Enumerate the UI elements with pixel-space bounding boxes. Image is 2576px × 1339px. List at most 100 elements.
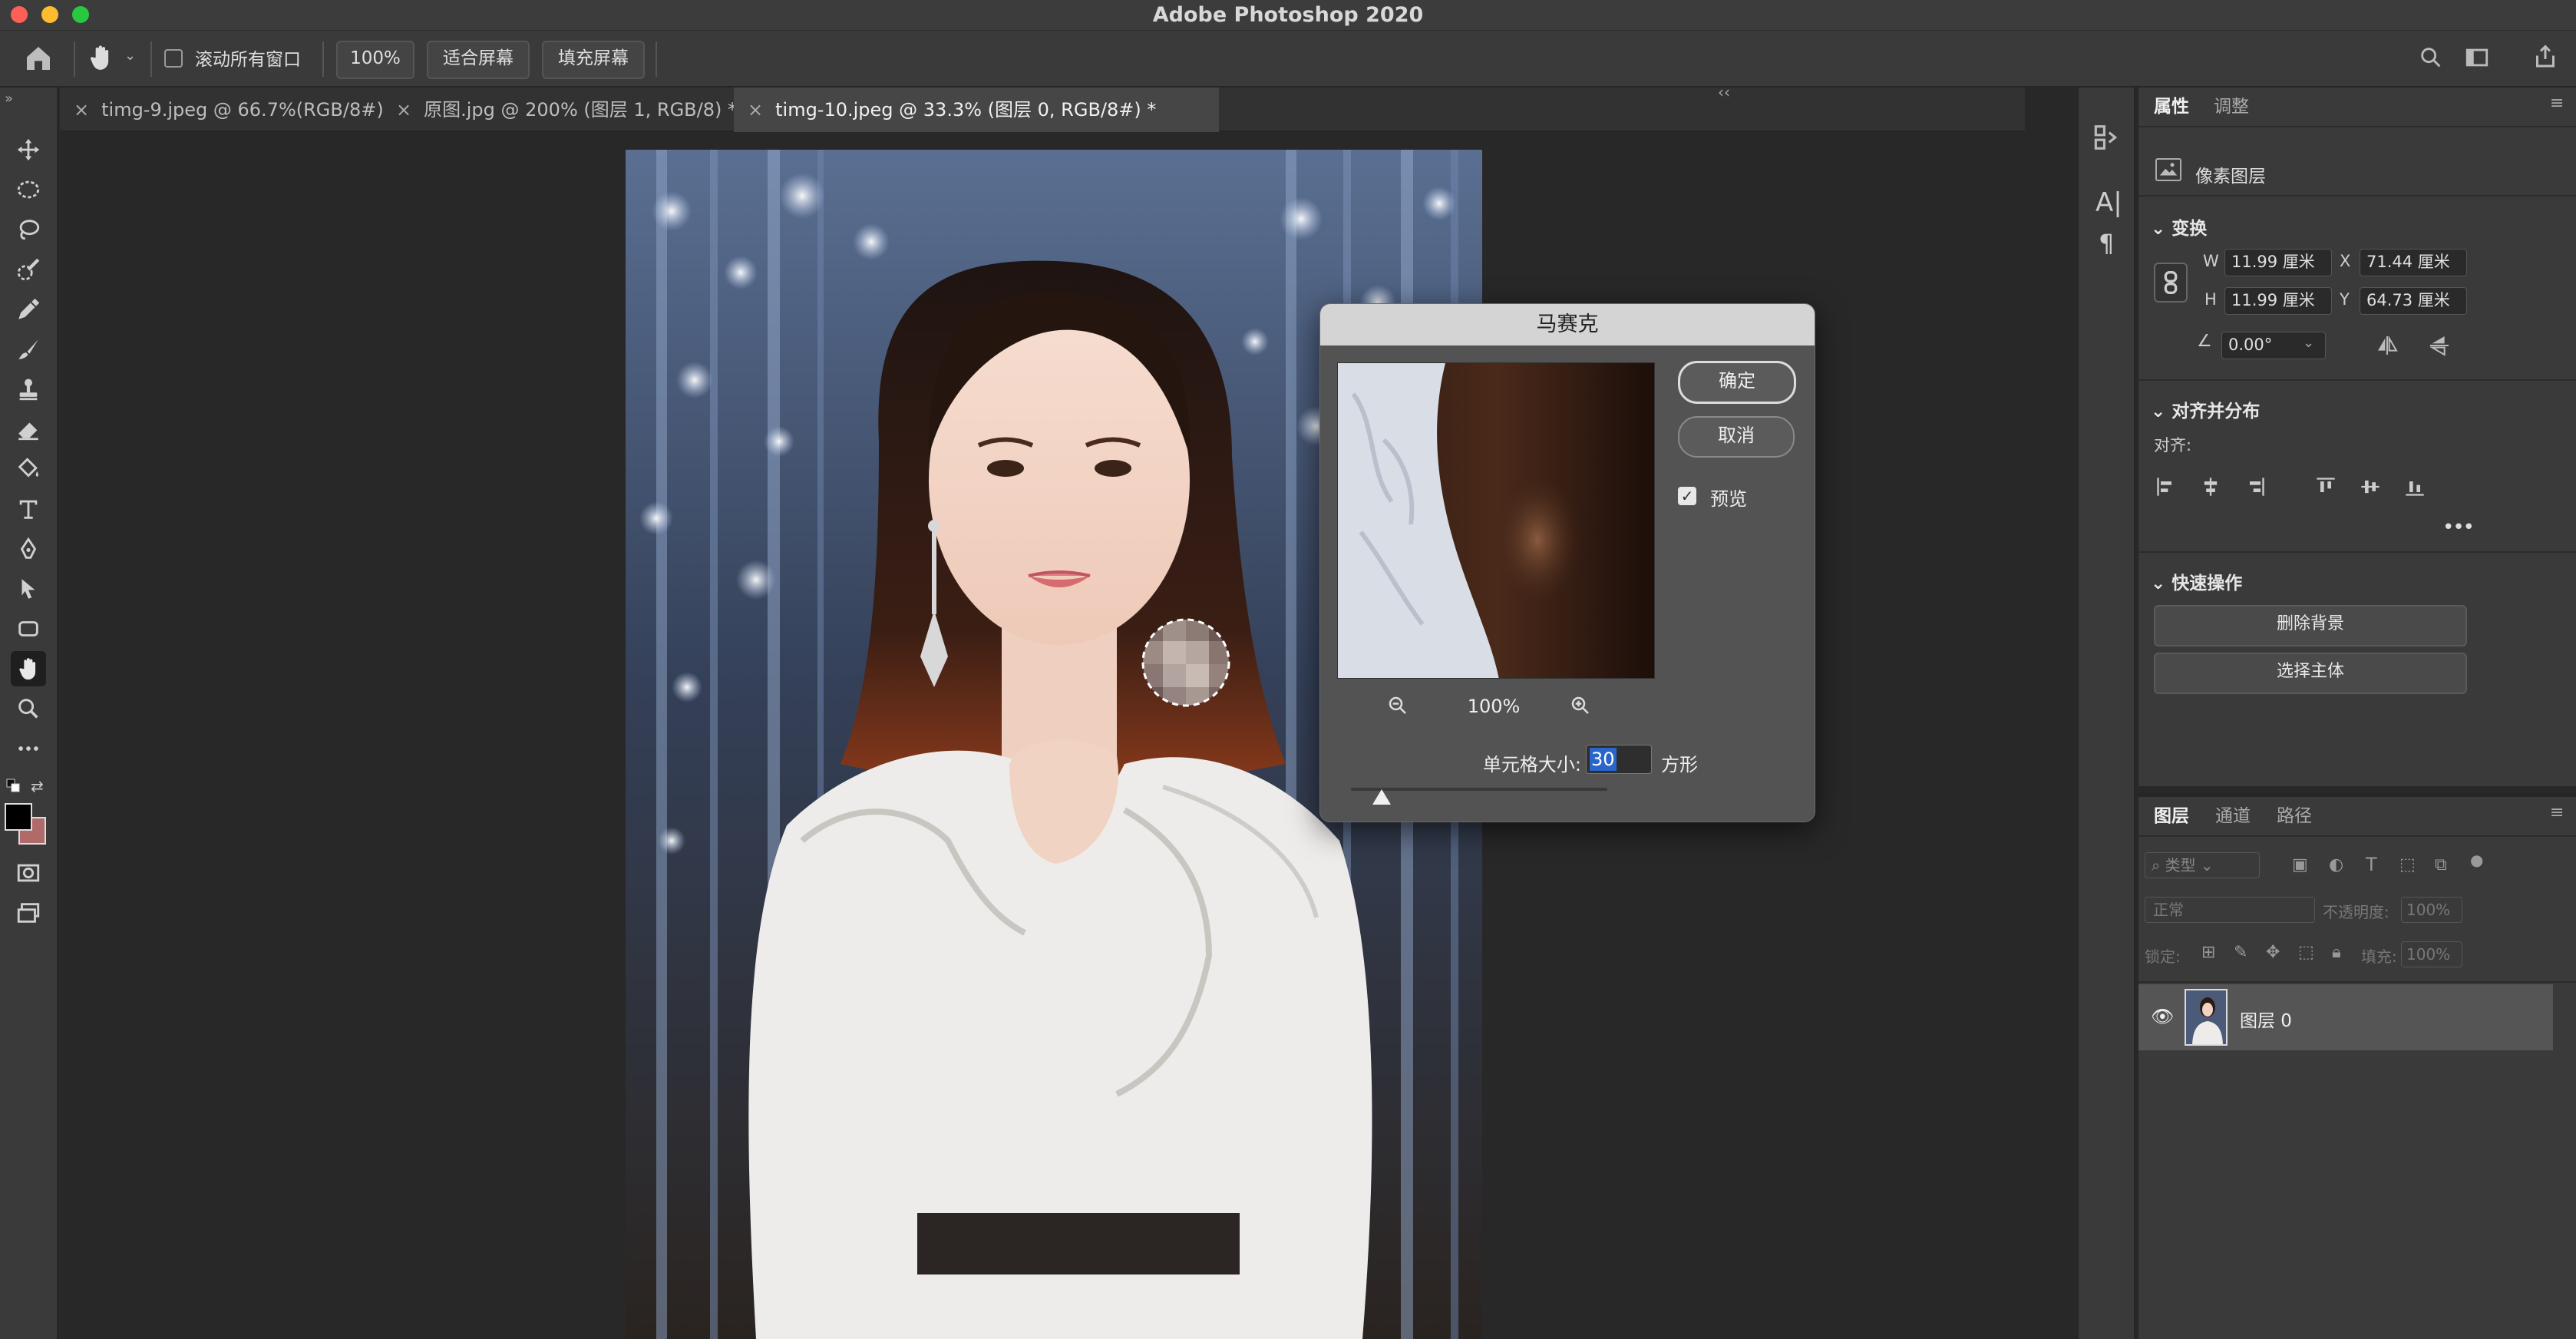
section-align[interactable]: ⌄ 对齐并分布 (2151, 396, 2260, 422)
tab-adjustments[interactable]: 调整 (2214, 88, 2249, 126)
filter-toggle-icon[interactable]: ● (2470, 851, 2483, 869)
lock-label: 锁定: (2145, 947, 2181, 966)
workspace-icon[interactable] (2464, 45, 2495, 72)
flip-vertical-icon[interactable] (2427, 333, 2455, 358)
filter-preview[interactable] (1337, 362, 1655, 679)
cell-size-input[interactable]: 30 (1586, 745, 1652, 774)
lock-image-icon[interactable]: ✎ (2234, 943, 2247, 962)
width-field[interactable]: 11.99 厘米 (2224, 249, 2332, 276)
default-colors-icon[interactable] (6, 779, 21, 794)
scroll-all-checkbox[interactable] (164, 49, 183, 68)
chevron-down-icon[interactable]: ⌄ (2303, 335, 2314, 351)
align-left-icon[interactable] (2155, 476, 2177, 498)
link-icon[interactable] (2154, 263, 2188, 303)
swap-colors-icon[interactable]: ⇄ (31, 777, 44, 795)
more-tools-icon[interactable] (11, 731, 46, 766)
brush-tool-icon[interactable] (11, 332, 46, 367)
panel-icon-column: A| ¶ (2077, 88, 2135, 1339)
cell-size-slider-thumb[interactable] (1372, 789, 1392, 805)
path-selection-tool-icon[interactable] (11, 571, 46, 607)
section-transform[interactable]: ⌄ 变换 (2151, 213, 2207, 240)
fit-screen-button[interactable]: 适合屏幕 (427, 41, 530, 79)
filter-smart-object-icon[interactable]: ⧉ (2435, 855, 2447, 874)
lock-all-icon[interactable]: 🔒︎ (2332, 943, 2341, 962)
layer-filter-select[interactable]: ⌕ 类型 ⌄ (2145, 852, 2260, 878)
zoom-in-icon[interactable] (1569, 694, 1595, 720)
hand-tool-preset-icon[interactable]: ⌄ (86, 43, 140, 74)
tab-timg-9[interactable]: × timg-9.jpeg @ 66.7%(RGB/8#) (60, 88, 384, 132)
type-tool-icon[interactable] (11, 491, 46, 527)
search-icon[interactable] (2418, 45, 2446, 72)
x-field[interactable]: 71.44 厘米 (2360, 249, 2467, 276)
screen-mode-icon[interactable] (11, 895, 46, 931)
tab-layers[interactable]: 图层 (2154, 797, 2189, 835)
hand-tool-icon[interactable] (11, 651, 46, 686)
align-bottom-icon[interactable] (2404, 476, 2426, 498)
more-options-icon[interactable]: ••• (2442, 516, 2475, 539)
fill-field[interactable]: 100% (2401, 941, 2462, 967)
section-quick-actions[interactable]: ⌄ 快速操作 (2151, 568, 2242, 594)
align-top-icon[interactable] (2315, 476, 2337, 498)
move-tool-icon[interactable] (11, 132, 46, 167)
tab-channels[interactable]: 通道 (2215, 797, 2251, 835)
lock-artboard-icon[interactable]: ⬚ (2298, 943, 2314, 962)
tab-properties[interactable]: 属性 (2154, 88, 2189, 126)
layer-row[interactable]: 👁︎ 图层 0 (2138, 984, 2553, 1050)
eye-icon[interactable]: 👁︎ (2151, 1006, 2174, 1027)
tab-paths[interactable]: 路径 (2277, 797, 2312, 835)
remove-background-button[interactable]: 删除背景 (2154, 605, 2467, 646)
filter-shape-icon[interactable]: ⬚ (2399, 855, 2416, 874)
lock-position-icon[interactable]: ✥ (2266, 943, 2280, 962)
close-tab-icon[interactable]: × (748, 99, 763, 121)
quick-selection-tool-icon[interactable] (11, 252, 46, 287)
share-icon[interactable] (2531, 43, 2562, 74)
flip-horizontal-icon[interactable] (2375, 333, 2403, 358)
foreground-color-swatch[interactable] (5, 803, 32, 831)
zoom-tool-icon[interactable] (11, 691, 46, 726)
dialog-title: 马赛克 (1320, 304, 1815, 345)
history-panel-icon[interactable] (2091, 123, 2122, 154)
tools-panel: » ⇄ (0, 88, 58, 1339)
height-field[interactable]: 11.99 厘米 (2224, 287, 2332, 315)
eraser-tool-icon[interactable] (11, 412, 46, 447)
tab-timg-10[interactable]: × timg-10.jpeg @ 33.3% (图层 0, RGB/8#) * (734, 88, 1219, 132)
panel-menu-icon[interactable]: ≡ (2550, 803, 2564, 822)
align-horizontal-center-icon[interactable] (2200, 476, 2221, 498)
fill-screen-button[interactable]: 填充屏幕 (542, 41, 645, 79)
close-tab-icon[interactable]: × (396, 99, 411, 121)
lasso-tool-icon[interactable] (11, 212, 46, 247)
section-quick-actions-label: 快速操作 (2171, 574, 2243, 593)
filter-type-icon[interactable]: T (2366, 854, 2377, 875)
zoom-100-button[interactable]: 100% (336, 41, 414, 79)
panel-menu-icon[interactable]: ≡ (2550, 94, 2564, 113)
blend-mode-select[interactable]: 正常 (2145, 897, 2315, 923)
marquee-tool-icon[interactable] (11, 172, 46, 207)
quick-mask-icon[interactable] (11, 855, 46, 891)
filter-pixel-icon[interactable]: ▣ (2292, 855, 2308, 874)
layers-panel: 图层 通道 路径 ≡ ⌕ 类型 ⌄ ▣ ◐ T ⬚ ⧉ ● 正常 不透明度: 1… (2138, 792, 2576, 1339)
opacity-field[interactable]: 100% (2401, 897, 2462, 923)
cancel-button[interactable]: 取消 (1678, 416, 1795, 458)
clone-stamp-tool-icon[interactable] (11, 372, 46, 407)
home-icon[interactable] (23, 43, 57, 74)
character-panel-icon[interactable]: A| (2095, 187, 2122, 218)
align-vertical-center-icon[interactable] (2360, 476, 2381, 498)
preview-checkbox[interactable]: ✓ (1678, 487, 1696, 505)
close-tab-icon[interactable]: × (74, 99, 89, 121)
expand-toolbar-icon[interactable]: » (5, 91, 13, 107)
filter-adjustment-icon[interactable]: ◐ (2329, 855, 2343, 874)
y-field[interactable]: 64.73 厘米 (2360, 287, 2467, 315)
eyedropper-tool-icon[interactable] (11, 292, 46, 327)
zoom-out-icon[interactable] (1386, 694, 1412, 720)
shape-tool-icon[interactable] (11, 611, 46, 646)
pen-tool-icon[interactable] (11, 531, 46, 567)
align-right-icon[interactable] (2244, 476, 2266, 498)
tab-label: 原图.jpg @ 200% (图层 1, RGB/8) * (424, 99, 737, 121)
collapse-panels-icon[interactable]: ‹‹ (1718, 83, 1730, 101)
options-bar: ⌄ 滚动所有窗口 100% 适合屏幕 填充屏幕 (0, 31, 2576, 88)
paint-bucket-tool-icon[interactable] (11, 451, 46, 487)
ok-button[interactable]: 确定 (1678, 361, 1796, 404)
select-subject-button[interactable]: 选择主体 (2154, 653, 2467, 694)
lock-transparent-icon[interactable]: ⊞ (2201, 943, 2215, 962)
paragraph-panel-icon[interactable]: ¶ (2099, 229, 2114, 258)
